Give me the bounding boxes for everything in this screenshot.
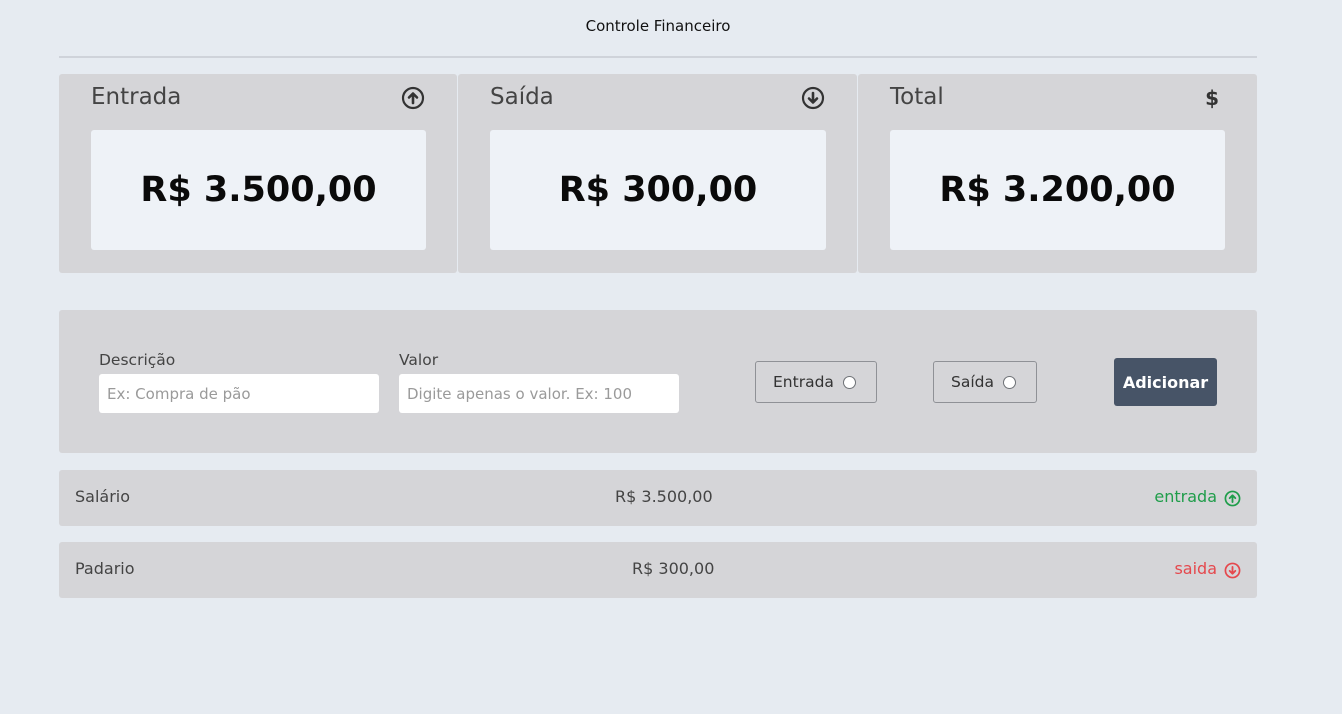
table-row: Padario R$ 300,00 saida xyxy=(59,542,1257,598)
description-label: Descrição xyxy=(99,351,176,369)
description-input[interactable] xyxy=(99,374,379,413)
arrow-down-circle-icon xyxy=(1224,562,1241,579)
expense-radio[interactable] xyxy=(1002,375,1016,389)
arrow-down-circle-icon xyxy=(801,86,825,110)
income-value: R$ 3.500,00 xyxy=(91,130,426,250)
arrow-up-circle-icon xyxy=(401,86,425,110)
dollar-icon: $ xyxy=(1205,86,1219,110)
table-row: Salário R$ 3.500,00 entrada xyxy=(59,470,1257,526)
income-radio[interactable] xyxy=(842,375,856,389)
page-title: Controle Financeiro xyxy=(585,17,731,35)
expense-option[interactable]: Saída xyxy=(933,361,1037,403)
income-option-label: Entrada xyxy=(773,373,834,391)
transaction-description: Salário xyxy=(75,487,131,506)
value-label: Valor xyxy=(399,351,439,369)
total-card: Total $ R$ 3.200,00 xyxy=(858,74,1257,273)
total-value: R$ 3.200,00 xyxy=(890,130,1225,250)
arrow-up-circle-icon xyxy=(1224,490,1241,507)
title-divider xyxy=(59,56,1257,58)
transaction-value: R$ 3.500,00 xyxy=(615,487,713,506)
transaction-value: R$ 300,00 xyxy=(632,559,715,578)
transaction-form: Descrição Valor Entrada Saída Adicionar xyxy=(59,310,1257,453)
income-option[interactable]: Entrada xyxy=(755,361,877,403)
expense-card: Saída R$ 300,00 xyxy=(458,74,857,273)
expense-card-title: Saída xyxy=(490,84,554,110)
expense-option-label: Saída xyxy=(951,373,994,391)
transaction-description: Padario xyxy=(75,559,135,578)
value-input[interactable] xyxy=(399,374,679,413)
transaction-type: entrada xyxy=(1154,487,1217,506)
transaction-type: saida xyxy=(1174,559,1217,578)
total-card-title: Total xyxy=(890,84,944,110)
income-card-title: Entrada xyxy=(91,84,182,110)
add-button[interactable]: Adicionar xyxy=(1114,358,1217,406)
expense-value: R$ 300,00 xyxy=(490,130,826,250)
income-card: Entrada R$ 3.500,00 xyxy=(59,74,457,273)
